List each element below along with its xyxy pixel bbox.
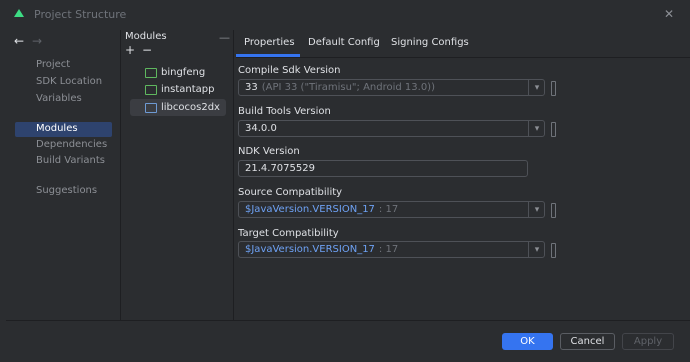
- tab-signing-configs[interactable]: Signing Configs: [391, 37, 469, 48]
- module-folder-icon: [145, 67, 157, 78]
- android-studio-logo-icon: [14, 9, 24, 17]
- ndk-version-label: NDK Version: [238, 146, 300, 157]
- sidebar-item-dependencies[interactable]: Dependencies: [36, 139, 107, 150]
- compile-sdk-hint: (API 33 ("Tiramisu"; Android 13.0)): [261, 82, 435, 93]
- compile-sdk-value: 33: [245, 82, 258, 93]
- source-compat-label: Source Compatibility: [238, 187, 343, 198]
- module-folder-icon: [145, 102, 157, 113]
- sidebar-item-sdk-location[interactable]: SDK Location: [36, 76, 102, 87]
- ok-button[interactable]: OK: [502, 333, 553, 350]
- compile-sdk-field[interactable]: 33 (API 33 ("Tiramisu"; Android 13.0)): [238, 79, 545, 96]
- sidebar-item-suggestions[interactable]: Suggestions: [36, 185, 97, 196]
- target-compat-label: Target Compatibility: [238, 228, 339, 239]
- sidebar-divider: [120, 30, 121, 320]
- build-tools-field[interactable]: 34.0.0: [238, 120, 545, 137]
- source-compat-field[interactable]: $JavaVersion.VERSION_17 : 17: [238, 201, 545, 218]
- field-side-marker: [551, 122, 556, 137]
- module-label: bingfeng: [161, 67, 206, 78]
- module-label: instantapp: [161, 84, 215, 95]
- ndk-version-value: 21.4.7075529: [245, 163, 315, 174]
- module-folder-icon: [145, 84, 157, 95]
- sidebar-item-modules[interactable]: Modules: [36, 123, 78, 134]
- modules-header: Modules: [125, 31, 167, 42]
- back-arrow-icon[interactable]: ←: [14, 34, 24, 48]
- tab-bar: Properties Default Config Signing Config…: [236, 31, 690, 58]
- active-tab-indicator: [236, 54, 300, 57]
- build-tools-label: Build Tools Version: [238, 106, 331, 117]
- apply-button[interactable]: Apply: [622, 333, 674, 350]
- target-compat-field[interactable]: $JavaVersion.VERSION_17 : 17: [238, 241, 545, 258]
- module-item-instantapp[interactable]: instantapp: [145, 84, 214, 95]
- source-compat-hint: : 17: [378, 204, 399, 215]
- close-icon[interactable]: ✕: [664, 7, 674, 21]
- sidebar-item-project[interactable]: Project: [36, 59, 70, 70]
- footer-divider: [6, 320, 690, 321]
- remove-module-icon[interactable]: −: [142, 43, 152, 57]
- chevron-down-icon[interactable]: ▾: [528, 201, 545, 218]
- chevron-down-icon[interactable]: ▾: [528, 79, 545, 96]
- ndk-version-field[interactable]: 21.4.7075529: [238, 160, 528, 177]
- target-compat-value: $JavaVersion.VERSION_17: [245, 244, 375, 255]
- compile-sdk-label: Compile Sdk Version: [238, 65, 341, 76]
- build-tools-value: 34.0.0: [245, 123, 277, 134]
- modules-divider: [233, 30, 234, 320]
- chevron-down-icon[interactable]: ▾: [528, 241, 545, 258]
- source-compat-value: $JavaVersion.VERSION_17: [245, 204, 375, 215]
- field-side-marker: [551, 203, 556, 218]
- collapse-icon[interactable]: —: [219, 31, 230, 44]
- target-compat-hint: : 17: [378, 244, 399, 255]
- module-label: libcocos2dx: [161, 102, 220, 113]
- chevron-down-icon[interactable]: ▾: [528, 120, 545, 137]
- cancel-button[interactable]: Cancel: [560, 333, 615, 350]
- field-side-marker: [551, 81, 556, 96]
- window-title: Project Structure: [34, 8, 127, 21]
- sidebar-item-build-variants[interactable]: Build Variants: [36, 155, 105, 166]
- module-item-bingfeng[interactable]: bingfeng: [145, 67, 205, 78]
- add-module-icon[interactable]: +: [125, 43, 135, 57]
- module-item-libcocos2dx[interactable]: libcocos2dx: [145, 102, 220, 113]
- tab-default-config[interactable]: Default Config: [308, 37, 380, 48]
- field-side-marker: [551, 243, 556, 258]
- forward-arrow-icon[interactable]: →: [32, 34, 42, 48]
- tab-properties[interactable]: Properties: [244, 37, 295, 48]
- sidebar-item-variables[interactable]: Variables: [36, 93, 82, 104]
